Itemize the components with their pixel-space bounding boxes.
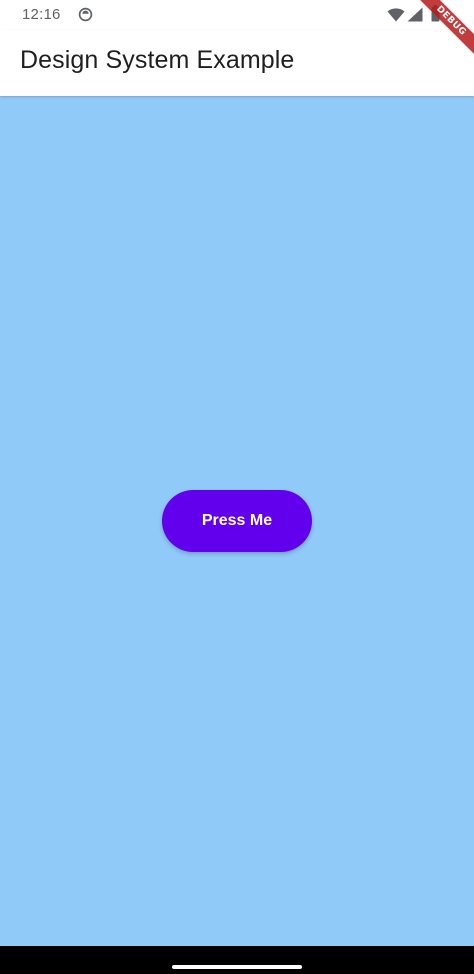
signal-icon bbox=[407, 7, 423, 22]
home-gesture-handle[interactable] bbox=[172, 965, 302, 969]
notification-icon bbox=[78, 7, 93, 22]
system-navigation-bar bbox=[0, 946, 474, 974]
status-time: 12:16 bbox=[22, 6, 61, 23]
main-content: Press Me bbox=[0, 96, 474, 946]
wifi-icon bbox=[387, 8, 405, 22]
battery-icon bbox=[431, 5, 440, 22]
status-bar: 12:16 bbox=[0, 0, 474, 30]
page-title: Design System Example bbox=[20, 46, 295, 74]
app-bar: Design System Example bbox=[0, 30, 474, 96]
press-me-button[interactable]: Press Me bbox=[162, 490, 312, 552]
